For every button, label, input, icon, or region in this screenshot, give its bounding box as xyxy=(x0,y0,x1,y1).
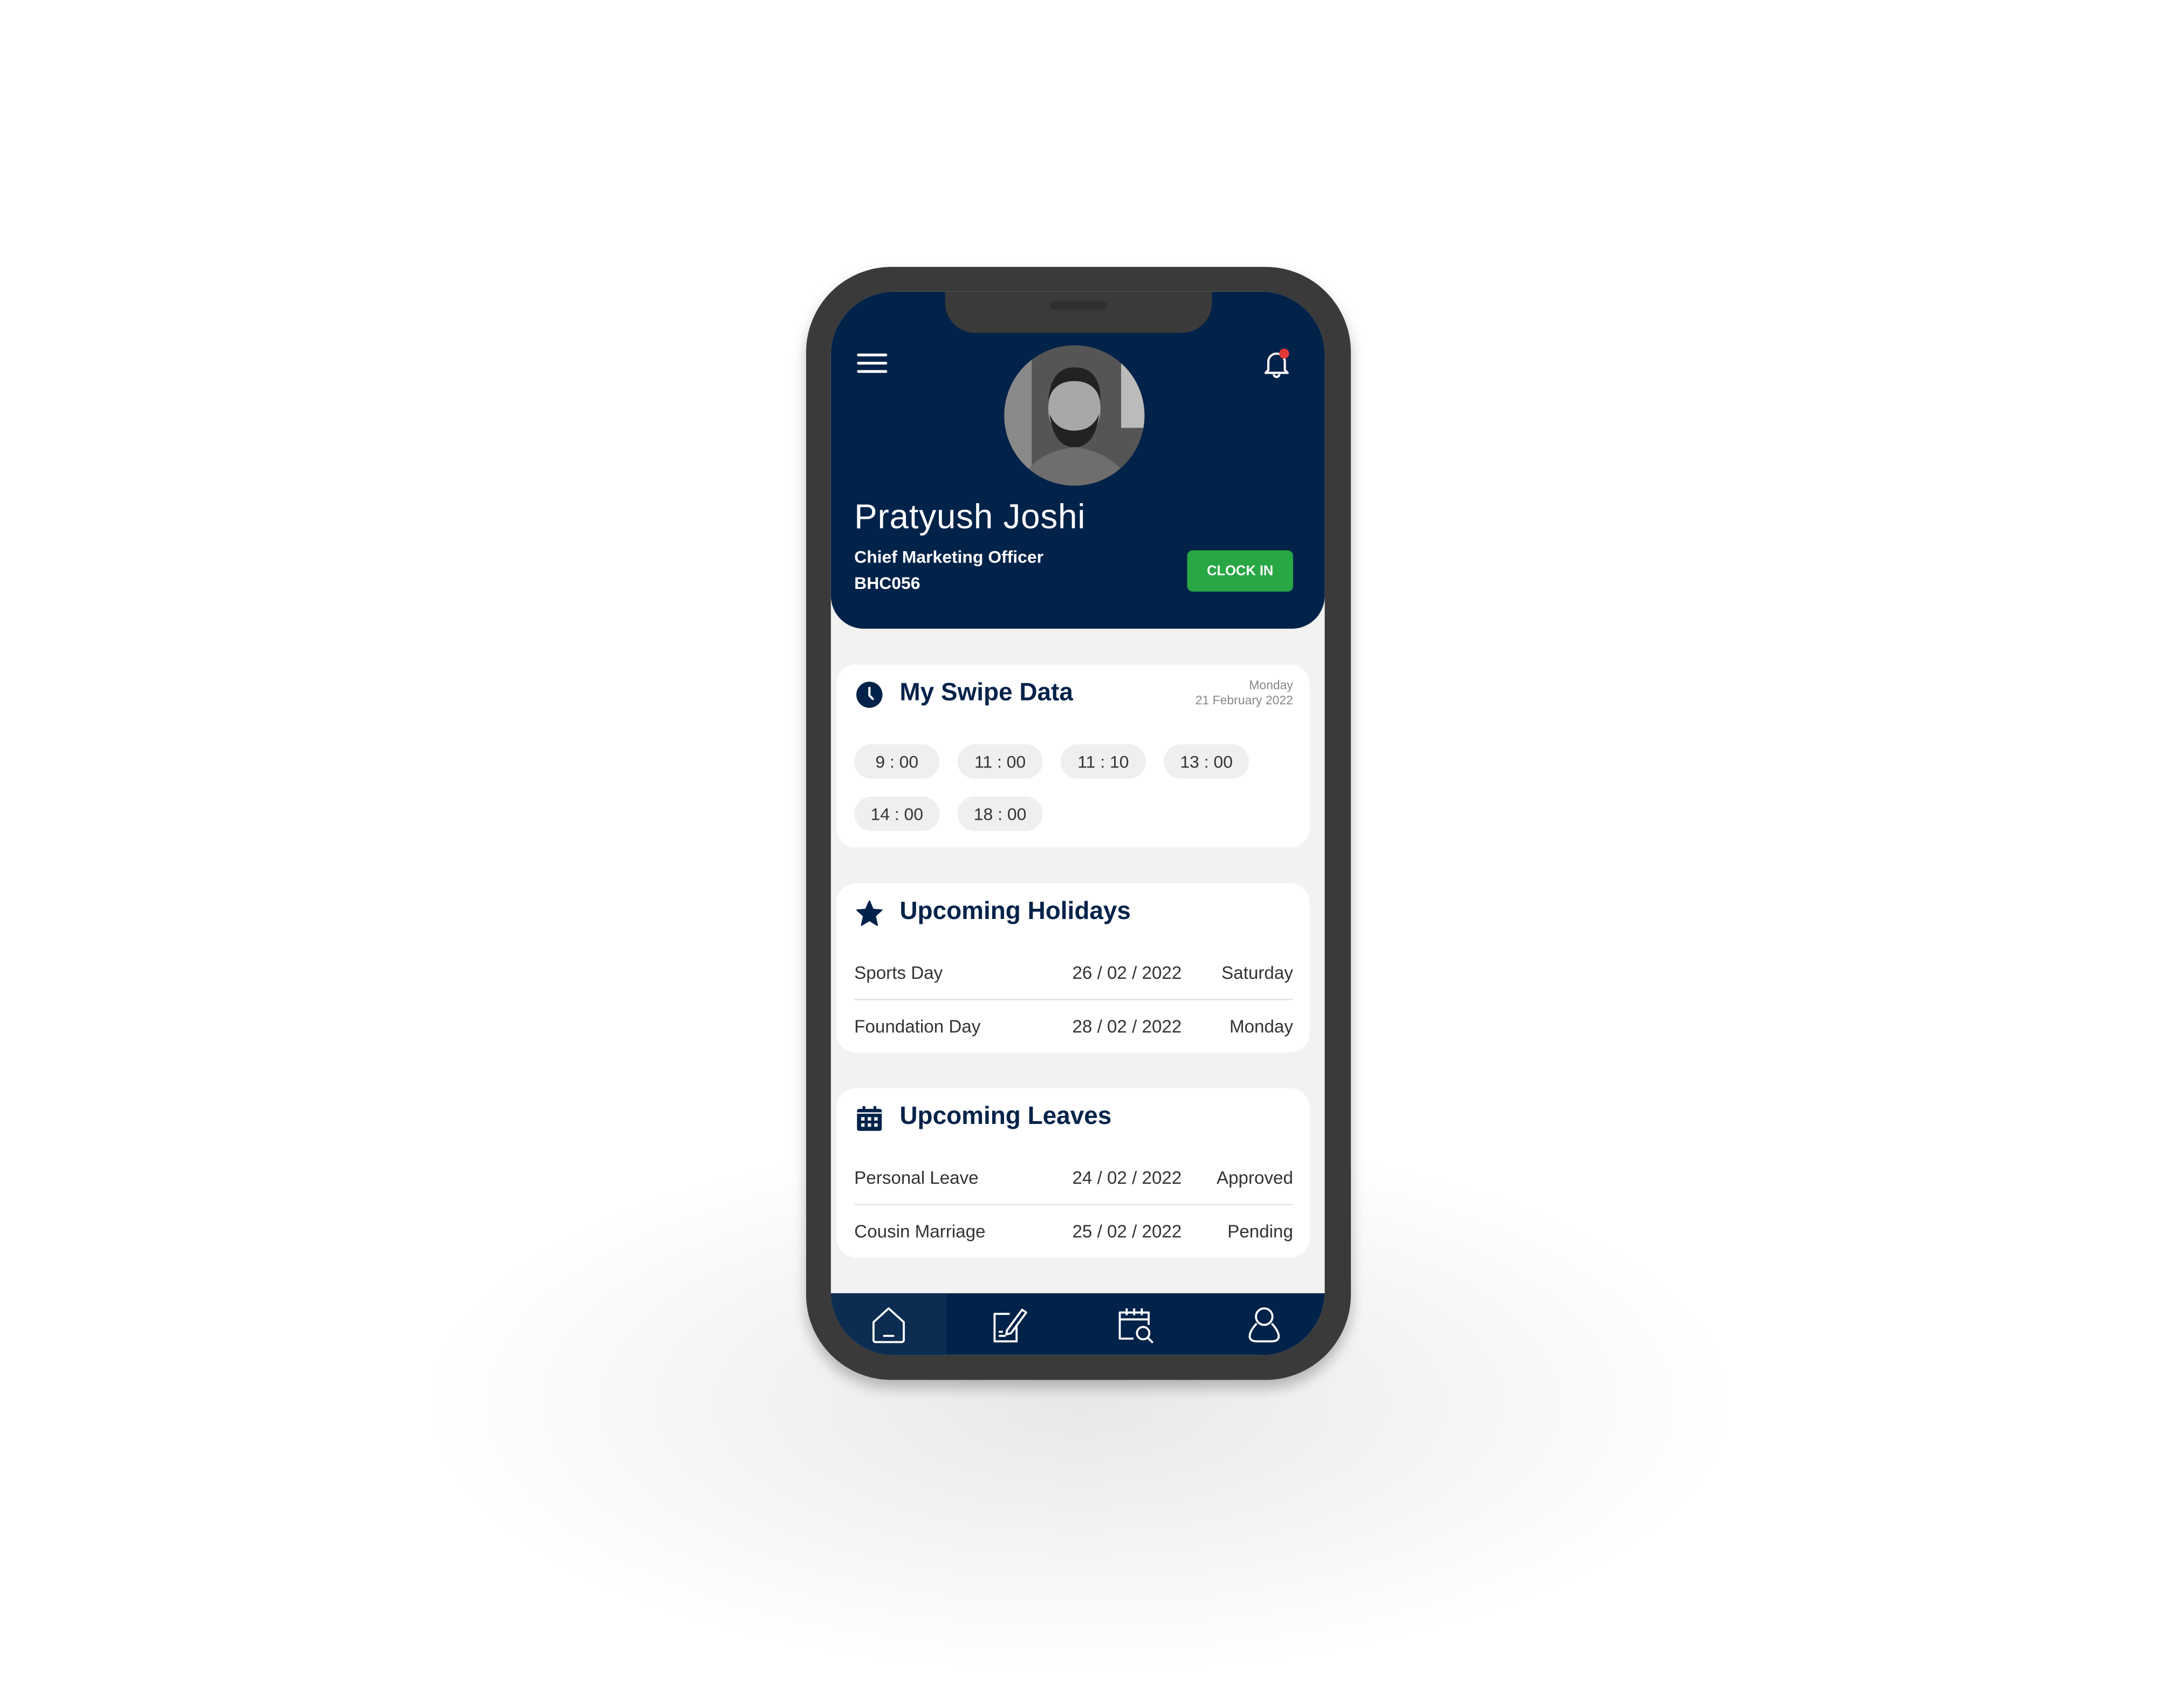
swipe-day: Monday xyxy=(1249,678,1293,692)
employee-id: BHC056 xyxy=(854,573,920,593)
swipe-time-chip: 11 : 10 xyxy=(1060,744,1146,779)
swipe-full-date: 21 February 2022 xyxy=(1195,693,1293,708)
leave-row[interactable]: Cousin Marriage 25 / 02 / 2022 Pending xyxy=(854,1204,1293,1257)
calendar-icon xyxy=(856,1105,883,1132)
leaves-title: Upcoming Leaves xyxy=(899,1102,1112,1130)
leaves-card: Upcoming Leaves Personal Leave 24 / 02 /… xyxy=(836,1088,1310,1258)
bottom-nav xyxy=(830,1293,1325,1355)
holiday-row[interactable]: Sports Day 26 / 02 / 2022 Saturday xyxy=(854,945,1293,999)
home-icon xyxy=(872,1306,905,1343)
leave-status: Approved xyxy=(1216,1167,1293,1188)
clock-icon xyxy=(856,681,883,709)
swipe-time-chip: 14 : 00 xyxy=(854,797,940,831)
swipe-date: Monday 21 February 2022 xyxy=(1196,678,1293,709)
edit-icon xyxy=(993,1308,1027,1342)
nav-apply-leave[interactable] xyxy=(948,1293,1072,1355)
holiday-day: Monday xyxy=(1229,1015,1293,1036)
holiday-name: Sports Day xyxy=(854,962,943,983)
avatar[interactable] xyxy=(1004,345,1145,486)
swipe-data-card: My Swipe Data Monday 21 February 2022 9 … xyxy=(836,664,1310,848)
employee-role: Chief Marketing Officer xyxy=(854,547,1044,567)
speaker xyxy=(1049,301,1108,310)
holiday-date: 26 / 02 / 2022 xyxy=(1072,962,1182,983)
swipe-time-chip: 11 : 00 xyxy=(957,744,1043,779)
employee-name: Pratyush Joshi xyxy=(854,498,1086,537)
clock-in-button[interactable]: CLOCK IN xyxy=(1187,550,1293,592)
notification-dot xyxy=(1279,348,1289,359)
profile-header: Pratyush Joshi Chief Marketing Officer B… xyxy=(830,291,1325,629)
nav-home[interactable] xyxy=(830,1293,947,1355)
leave-date: 25 / 02 / 2022 xyxy=(1072,1220,1182,1241)
swipe-time-chip: 13 : 00 xyxy=(1164,744,1249,779)
holidays-card: Upcoming Holidays Sports Day 26 / 02 / 2… xyxy=(836,883,1310,1053)
leave-date: 24 / 02 / 2022 xyxy=(1072,1167,1182,1188)
swipe-time-chip: 9 : 00 xyxy=(854,744,940,779)
stage: Pratyush Joshi Chief Marketing Officer B… xyxy=(0,0,2157,1707)
swipe-time-chip: 18 : 00 xyxy=(957,797,1043,831)
menu-icon[interactable] xyxy=(857,352,888,374)
swipe-title: My Swipe Data xyxy=(899,678,1073,706)
profile-icon xyxy=(1248,1306,1280,1342)
app-screen: Pratyush Joshi Chief Marketing Officer B… xyxy=(830,291,1325,1355)
phone-notch xyxy=(945,291,1212,333)
leave-status: Pending xyxy=(1227,1220,1293,1241)
nav-calendar-search[interactable] xyxy=(1074,1293,1198,1355)
holiday-name: Foundation Day xyxy=(854,1015,981,1036)
bell-icon[interactable] xyxy=(1260,347,1293,380)
star-icon xyxy=(856,900,883,927)
leave-row[interactable]: Personal Leave 24 / 02 / 2022 Approved xyxy=(854,1150,1293,1204)
holiday-day: Saturday xyxy=(1221,962,1293,983)
leave-name: Cousin Marriage xyxy=(854,1220,986,1241)
holiday-date: 28 / 02 / 2022 xyxy=(1072,1015,1182,1036)
holidays-title: Upcoming Holidays xyxy=(899,897,1131,925)
nav-profile[interactable] xyxy=(1203,1293,1325,1355)
leave-name: Personal Leave xyxy=(854,1167,979,1188)
holiday-row[interactable]: Foundation Day 28 / 02 / 2022 Monday xyxy=(854,999,1293,1052)
calendar-search-icon xyxy=(1118,1307,1154,1343)
